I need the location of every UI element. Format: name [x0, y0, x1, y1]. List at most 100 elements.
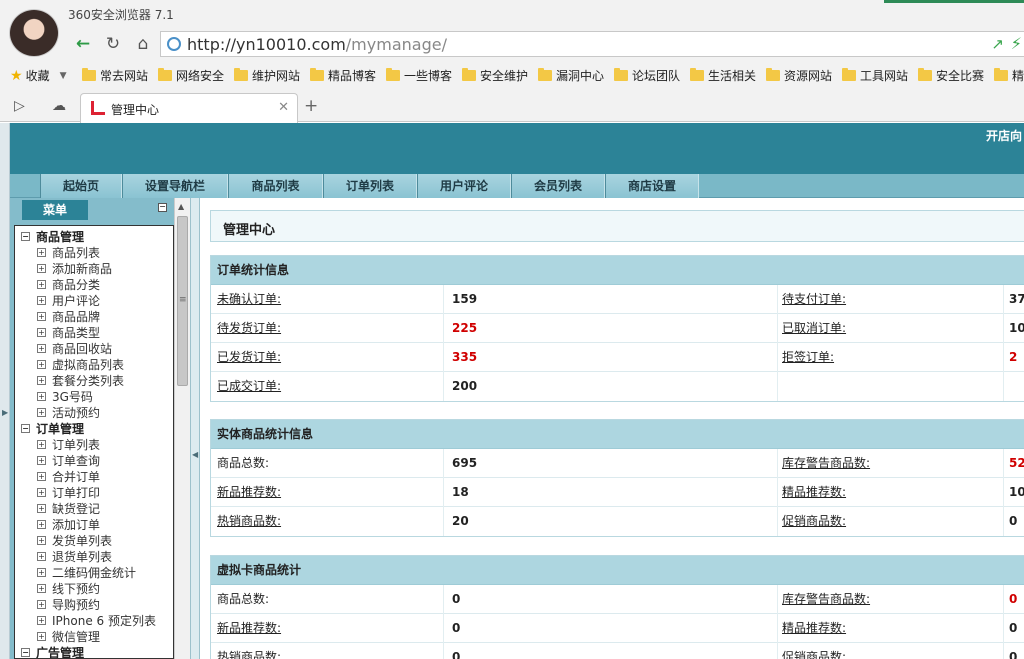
bookmark-folder[interactable]: 精品博客 [310, 67, 376, 84]
nav-tab-members[interactable]: 会员列表 [511, 174, 605, 198]
stat-value: 695 [443, 449, 477, 478]
folder-icon [158, 68, 172, 81]
menu-item[interactable]: + 微信管理 [37, 629, 100, 645]
menu-item[interactable]: + 添加订单 [37, 517, 100, 533]
stat-label[interactable]: 待支付订单: [777, 285, 846, 314]
menu-item[interactable]: + 订单列表 [37, 437, 100, 453]
stat-label[interactable]: 新品推荐数: [217, 478, 281, 507]
bookmark-folder[interactable]: 工具网站 [842, 67, 908, 84]
menu-group[interactable]: − 订单管理 [21, 421, 84, 437]
back-icon[interactable]: ← [70, 32, 96, 56]
stat-value: 0 [443, 643, 460, 659]
menu-item[interactable]: + 用户评论 [37, 293, 100, 309]
expand-arrow-icon[interactable]: ▶ [2, 408, 8, 417]
stat-label[interactable]: 精品推荐数: [777, 478, 846, 507]
address-url[interactable]: http://yn10010.com/mymanage/ [187, 35, 447, 54]
nav-tab-nav-settings[interactable]: 设置导航栏 [122, 174, 228, 198]
menu-item[interactable]: + 发货单列表 [37, 533, 112, 549]
menu-item[interactable]: + 线下预约 [37, 581, 100, 597]
stat-label[interactable]: 待发货订单: [217, 314, 281, 343]
scroll-thumb[interactable]: ≡ [177, 216, 188, 386]
menu-item[interactable]: + 退货单列表 [37, 549, 112, 565]
menu-item[interactable]: +3G号码 [37, 389, 93, 405]
menu-item[interactable]: + 导购预约 [37, 597, 100, 613]
menu-item[interactable]: + 虚拟商品列表 [37, 357, 124, 373]
splitter[interactable]: ◀ [190, 198, 200, 659]
stats-row: 新品推荐数: 18 精品推荐数: 10 [211, 478, 1024, 507]
collapse-left-icon[interactable]: ◀ [192, 450, 198, 459]
folder-icon [842, 68, 856, 81]
menu-group[interactable]: − 商品管理 [21, 229, 84, 245]
bookmark-folder[interactable]: 常去网站 [82, 67, 148, 84]
nav-tab-home[interactable]: 起始页 [40, 174, 122, 198]
share-icon[interactable]: ↗ [991, 35, 1004, 53]
menu-item[interactable]: + 活动预约 [37, 405, 100, 421]
stat-label[interactable]: 促销商品数: [777, 507, 846, 536]
scroll-up-icon[interactable]: ▲ [178, 202, 184, 211]
expand-toggle-icon: + [37, 488, 46, 497]
user-avatar[interactable] [9, 9, 59, 57]
menu-tree: − 商品管理 + 商品列表 + 添加新商品 + 商品分类 + 用户评论 + 商品品牌 + 商品类型 + 商品回… [14, 225, 174, 659]
stat-label[interactable]: 热销商品数: [217, 507, 281, 536]
bookmark-label: 精品博客 [328, 69, 377, 83]
stat-label[interactable]: 新品推荐数: [217, 614, 281, 643]
bookmark-folder[interactable]: 精 [994, 67, 1024, 84]
bookmark-folder[interactable]: 一些博客 [386, 67, 452, 84]
collapse-icon[interactable]: − [158, 203, 167, 212]
stat-label[interactable]: 热销商品数: [217, 643, 281, 659]
cloud-icon[interactable]: ☁ [52, 98, 66, 114]
menu-item[interactable]: + 缺货登记 [37, 501, 100, 517]
menu-item[interactable]: + 合并订单 [37, 469, 100, 485]
stat-value: 20 [443, 507, 469, 536]
expand-toggle-icon: + [37, 472, 46, 481]
nav-tab-shop-settings[interactable]: 商店设置 [605, 174, 699, 198]
close-icon[interactable]: ✕ [278, 100, 289, 115]
bookmark-folder[interactable]: 网络安全 [158, 67, 224, 84]
bookmark-label: 安全维护 [480, 69, 529, 83]
menu-item[interactable]: + 商品品牌 [37, 309, 100, 325]
menu-group[interactable]: − 广告管理 [21, 645, 84, 658]
home-icon[interactable]: ⌂ [130, 32, 156, 56]
bookmark-folder[interactable]: 漏洞中心 [538, 67, 604, 84]
refresh-icon[interactable]: ↻ [100, 32, 126, 56]
bookmark-folder[interactable]: 生活相关 [690, 67, 756, 84]
stat-label[interactable]: 促销商品数: [777, 643, 846, 659]
address-bar[interactable]: http://yn10010.com/mymanage/ ↗ ⚡ [160, 31, 1024, 57]
menu-label: 活动预约 [52, 406, 101, 420]
speed-mode-icon[interactable]: ⚡ [1011, 34, 1022, 53]
menu-item[interactable]: + 商品分类 [37, 277, 100, 293]
stat-value: 2 [1003, 343, 1017, 372]
nav-tab-products[interactable]: 商品列表 [228, 174, 323, 198]
nav-tab-reviews[interactable]: 用户评论 [417, 174, 511, 198]
bookmark-folder[interactable]: 资源网站 [766, 67, 832, 84]
menu-item[interactable]: + 添加新商品 [37, 261, 112, 277]
menu-item[interactable]: + 商品回收站 [37, 341, 112, 357]
menu-item[interactable]: + 商品类型 [37, 325, 100, 341]
new-tab-icon[interactable]: + [304, 96, 318, 116]
menu-item[interactable]: + IPhone 6 预定列表 [37, 613, 156, 629]
favorites-menu[interactable]: ★ 收藏 ▼ [10, 67, 67, 84]
stat-label[interactable]: 已发货订单: [217, 343, 281, 372]
sidebar-toggle-icon[interactable]: ▷ [14, 98, 25, 114]
bookmark-folder[interactable]: 安全比赛 [918, 67, 984, 84]
menu-item[interactable]: + 订单查询 [37, 453, 100, 469]
menu-item[interactable]: + 商品列表 [37, 245, 100, 261]
stat-label[interactable]: 已取消订单: [777, 314, 846, 343]
stat-label[interactable]: 库存警告商品数: [777, 449, 870, 478]
menu-item[interactable]: + 二维码佣金统计 [37, 565, 136, 581]
header-link[interactable]: 开店向 [986, 127, 1022, 144]
stat-label[interactable]: 库存警告商品数: [777, 585, 870, 614]
menu-item[interactable]: + 订单打印 [37, 485, 100, 501]
bookmark-folder[interactable]: 维护网站 [234, 67, 300, 84]
tab-active[interactable]: 管理中心 ✕ [80, 93, 298, 123]
bookmark-label: 论坛团队 [632, 69, 681, 83]
stat-label[interactable]: 拒签订单: [777, 343, 834, 372]
bookmark-folder[interactable]: 论坛团队 [614, 67, 680, 84]
stat-label[interactable]: 已成交订单: [217, 372, 281, 401]
nav-tab-orders[interactable]: 订单列表 [323, 174, 417, 198]
bookmark-folder[interactable]: 安全维护 [462, 67, 528, 84]
stat-label[interactable]: 精品推荐数: [777, 614, 846, 643]
stat-label[interactable]: 未确认订单: [217, 285, 281, 314]
sidebar-scrollbar[interactable]: ▲ ≡ [174, 198, 190, 659]
menu-item[interactable]: + 套餐分类列表 [37, 373, 124, 389]
